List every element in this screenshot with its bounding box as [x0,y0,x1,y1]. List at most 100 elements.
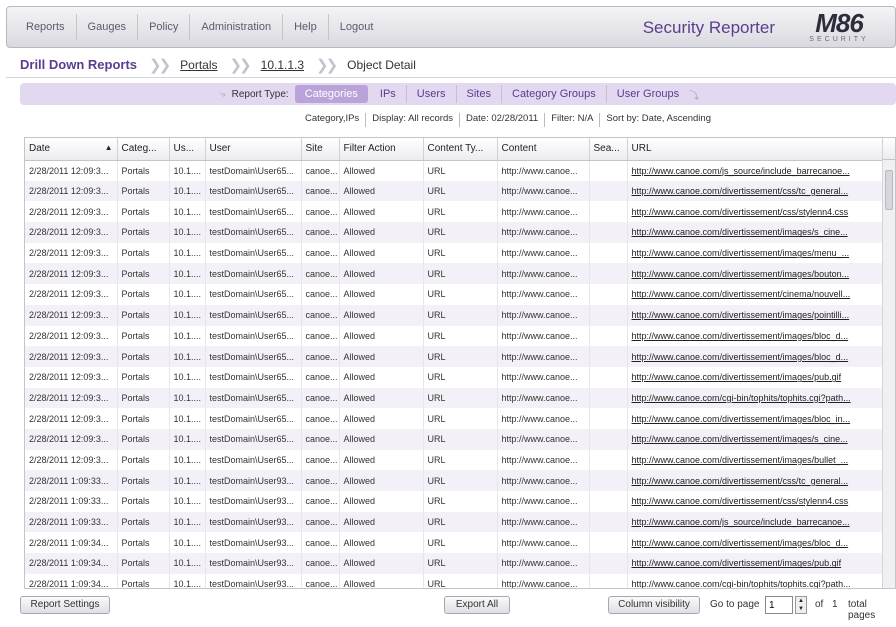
tab-users[interactable]: Users [407,85,457,103]
cell-url[interactable]: http://www.canoe.com/divertissement/imag… [627,366,884,388]
cell-url[interactable]: http://www.canoe.com/divertissement/imag… [627,408,884,429]
cell-url[interactable]: http://www.canoe.com/divertissement/imag… [627,532,884,554]
col-header-content-type[interactable]: Content Ty... [423,138,498,161]
table-row[interactable]: 2/28/2011 1:09:33... Portals 10.1.... testD… [25,491,884,512]
col-header-user[interactable]: User [205,138,302,161]
report-settings-button[interactable]: Report Settings [20,596,110,614]
cell-user-ip: 10.1.... [169,242,206,264]
nav-gauges[interactable]: Gauges [77,14,139,40]
cell-date: 2/28/2011 1:09:33... [25,491,118,512]
col-header-filter-action[interactable]: Filter Action [339,138,424,161]
scroll-thumb[interactable] [885,170,893,210]
table-row[interactable]: 2/28/2011 12:09:3... Portals 10.1.... testD… [25,449,884,471]
cell-url[interactable]: http://www.canoe.com/divertissement/cine… [627,284,884,305]
cell-content-type: URL [423,532,498,554]
cell-category: Portals [117,346,170,367]
col-header-category[interactable]: Categ... [117,138,170,161]
cell-content: http://www.canoe... [497,222,590,243]
table-row[interactable]: 2/28/2011 12:09:3... Portals 10.1.... testD… [25,387,884,409]
cell-url[interactable]: http://www.canoe.com/divertissement/imag… [627,263,884,285]
table-row[interactable]: 2/28/2011 12:09:3... Portals 10.1.... testD… [25,263,884,285]
table-row[interactable]: 2/28/2011 12:09:3... Portals 10.1.... testD… [25,284,884,305]
cell-url[interactable]: http://www.canoe.com/divertissement/css/… [627,201,884,223]
cell-url[interactable]: http://www.canoe.com/cgi-bin/tophits/top… [627,573,884,588]
nav-administration[interactable]: Administration [190,14,284,40]
col-header-date[interactable]: Date ▲ [25,138,118,161]
table-row[interactable]: 2/28/2011 1:09:34... Portals 10.1.... testD… [25,532,884,554]
cell-content-type: URL [423,180,498,202]
tab-category-groups[interactable]: Category Groups [502,85,607,103]
page-number-input[interactable] [765,596,793,614]
cell-url[interactable]: http://www.canoe.com/js_source/include_b… [627,160,884,181]
cell-filter-action: Allowed [339,180,424,202]
cell-url[interactable]: http://www.canoe.com/divertissement/imag… [627,346,884,367]
table-row[interactable]: 2/28/2011 12:09:3... Portals 10.1.... testD… [25,222,884,243]
breadcrumb-portals[interactable]: Portals [180,58,217,72]
cell-user: testDomain\User65... [205,160,302,181]
cell-user: testDomain\User65... [205,428,302,450]
cell-filter-action: Allowed [339,491,424,512]
table-row[interactable]: 2/28/2011 12:09:3... Portals 10.1.... testD… [25,304,884,326]
cell-url[interactable]: http://www.canoe.com/divertissement/imag… [627,325,884,347]
cell-content: http://www.canoe... [497,573,590,588]
table-row[interactable]: 2/28/2011 12:09:3... Portals 10.1.... testD… [25,428,884,450]
cell-search [589,449,628,471]
tab-user-groups[interactable]: User Groups [607,85,689,103]
page-spinner-icon[interactable]: ▲ ▼ [795,596,807,614]
nav-logout[interactable]: Logout [329,14,385,40]
table-row[interactable]: 2/28/2011 12:09:3... Portals 10.1.... testD… [25,180,884,202]
breadcrumb-ip[interactable]: 10.1.1.3 [261,58,304,72]
table-row[interactable]: 2/28/2011 12:09:3... Portals 10.1.... testD… [25,201,884,223]
cell-user: testDomain\User65... [205,242,302,264]
col-header-url[interactable]: URL [627,138,884,161]
cell-url[interactable]: http://www.canoe.com/divertissement/css/… [627,491,884,512]
col-header-user-ip[interactable]: Us... [169,138,206,161]
table-row[interactable]: 2/28/2011 12:09:3... Portals 10.1.... testD… [25,408,884,429]
col-header-search[interactable]: Sea... [589,138,628,161]
table-row[interactable]: 2/28/2011 12:09:3... Portals 10.1.... testD… [25,160,884,181]
table-row[interactable]: 2/28/2011 12:09:3... Portals 10.1.... testD… [25,366,884,388]
cell-user-ip: 10.1.... [169,346,206,367]
table-row[interactable]: 2/28/2011 12:09:3... Portals 10.1.... testD… [25,325,884,347]
breadcrumb-title[interactable]: Drill Down Reports [20,57,137,72]
cell-url[interactable]: http://www.canoe.com/divertissement/css/… [627,180,884,202]
cell-url[interactable]: http://www.canoe.com/divertissement/imag… [627,428,884,450]
cell-user-ip: 10.1.... [169,491,206,512]
cell-url[interactable]: http://www.canoe.com/divertissement/imag… [627,449,884,471]
column-visibility-button[interactable]: Column visibility [608,596,700,614]
cell-user: testDomain\User93... [205,532,302,554]
cell-user: testDomain\User65... [205,201,302,223]
table-row[interactable]: 2/28/2011 12:09:3... Portals 10.1.... testD… [25,346,884,367]
cell-url[interactable]: http://www.canoe.com/divertissement/imag… [627,222,884,243]
table-row[interactable]: 2/28/2011 1:09:34... Portals 10.1.... testD… [25,553,884,574]
table-row[interactable]: 2/28/2011 1:09:33... Portals 10.1.... testD… [25,470,884,491]
table-row[interactable]: 2/28/2011 1:09:33... Portals 10.1.... testD… [25,511,884,533]
cell-url[interactable]: http://www.canoe.com/cgi-bin/tophits/top… [627,387,884,409]
cell-filter-action: Allowed [339,553,424,574]
cell-content-type: URL [423,263,498,285]
tab-sites[interactable]: Sites [457,85,502,103]
col-header-site[interactable]: Site [301,138,340,161]
cell-url[interactable]: http://www.canoe.com/divertissement/css/… [627,470,884,491]
cell-url[interactable]: http://www.canoe.com/divertissement/imag… [627,304,884,326]
nav-help[interactable]: Help [283,14,329,40]
tab-categories[interactable]: Categories [294,85,368,103]
cell-search [589,366,628,388]
cell-date: 2/28/2011 12:09:3... [25,201,118,223]
table-row[interactable]: 2/28/2011 1:09:34... Portals 10.1.... testD… [25,573,884,588]
cell-date: 2/28/2011 12:09:3... [25,284,118,305]
vertical-scrollbar[interactable] [882,160,895,588]
export-all-button[interactable]: Export All [444,596,510,614]
cell-filter-action: Allowed [339,304,424,326]
cell-content: http://www.canoe... [497,366,590,388]
cell-url[interactable]: http://www.canoe.com/divertissement/imag… [627,553,884,574]
info-filter-path: Category,IPs [299,113,367,127]
nav-reports[interactable]: Reports [15,14,77,40]
cell-url[interactable]: http://www.canoe.com/js_source/include_b… [627,511,884,533]
table-row[interactable]: 2/28/2011 12:09:3... Portals 10.1.... testD… [25,242,884,264]
cell-content-type: URL [423,242,498,264]
tab-ips[interactable]: IPs [370,85,407,103]
nav-policy[interactable]: Policy [138,14,191,40]
col-header-content[interactable]: Content [497,138,590,161]
cell-url[interactable]: http://www.canoe.com/divertissement/imag… [627,242,884,264]
